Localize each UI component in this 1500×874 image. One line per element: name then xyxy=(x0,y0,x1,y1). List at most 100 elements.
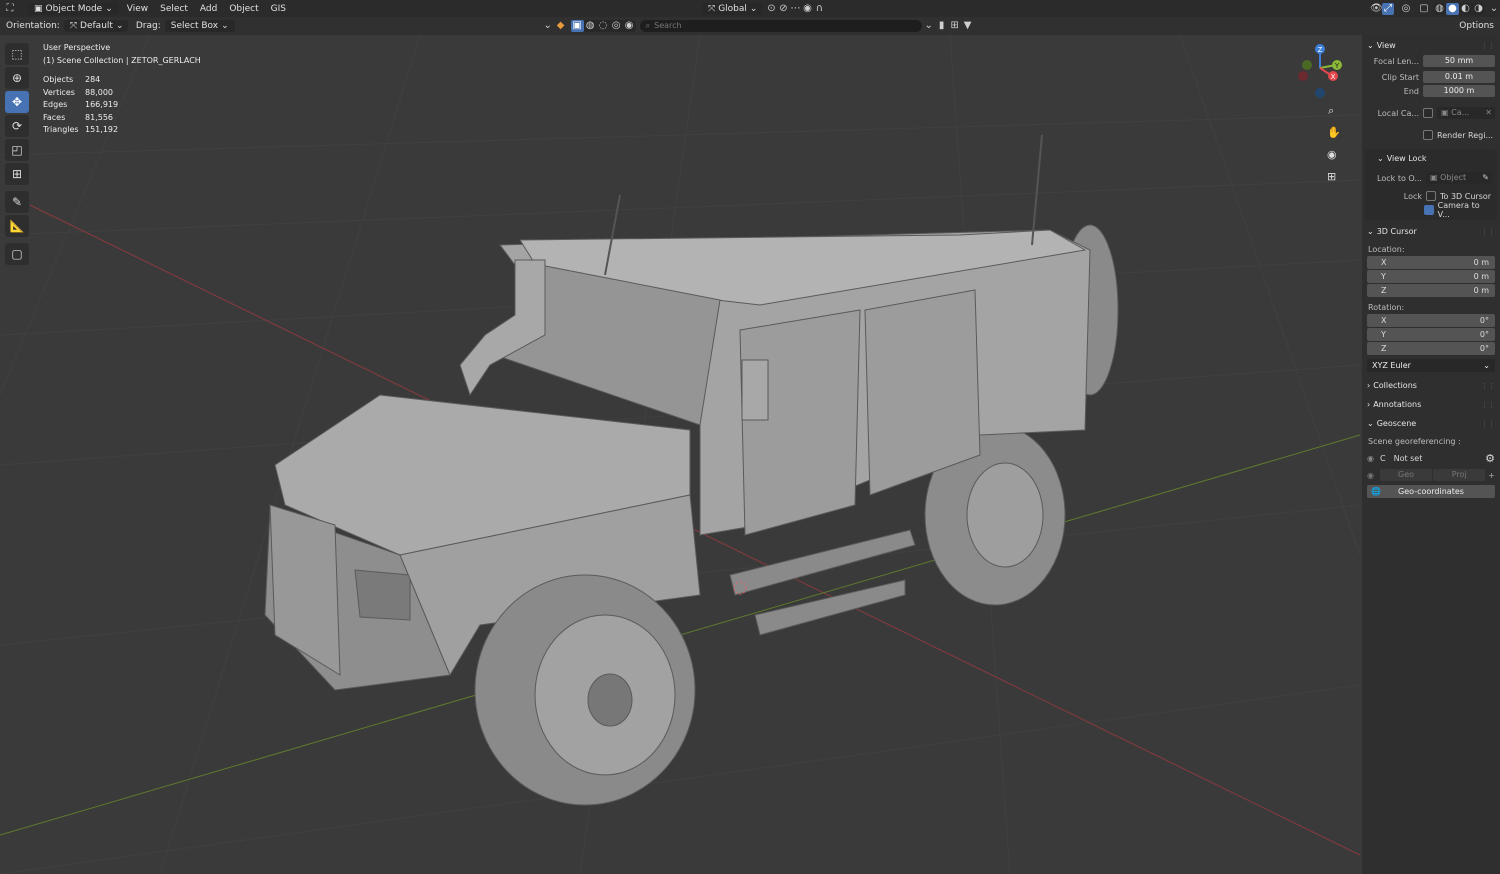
cursor-tool-icon[interactable]: ⊕ xyxy=(5,67,29,89)
snap-icon[interactable]: ⊘ xyxy=(777,3,789,15)
scale-tool-icon[interactable]: ◰ xyxy=(5,139,29,161)
add-cube-tool-icon[interactable]: ▢ xyxy=(5,243,29,265)
transform-tool-icon[interactable]: ⊞ xyxy=(5,163,29,185)
focal-length-field[interactable]: 50 mm xyxy=(1423,55,1495,67)
chevron-down-icon[interactable]: ⌄ xyxy=(542,20,554,32)
clip-start-field[interactable]: 0.01 m xyxy=(1423,71,1495,83)
axis-gizmo[interactable]: Z Y X ⌕ ✋ ◉ ⊞ xyxy=(1290,38,1350,188)
render-region-checkbox[interactable] xyxy=(1423,130,1433,140)
local-camera-field[interactable]: ▣ Ca... ✕ xyxy=(1437,107,1495,119)
camera-filter-icon[interactable]: ◎ xyxy=(610,20,623,32)
options-button[interactable]: Options xyxy=(1453,21,1500,31)
pivot-point-icon[interactable]: ⊙ xyxy=(765,3,777,15)
bookmark-icon[interactable]: ▮ xyxy=(936,20,948,32)
drag-handle-icon[interactable]: ⋮⋮ xyxy=(1481,420,1495,428)
overlays-icon[interactable]: ◎ xyxy=(1400,3,1412,15)
snap-target-icon[interactable]: ⋯ xyxy=(789,3,801,15)
3d-cursor-panel-header[interactable]: ⌄ 3D Cursor ⋮⋮ xyxy=(1362,224,1500,239)
falloff-icon[interactable]: ∩ xyxy=(813,3,825,15)
view-lock-header[interactable]: ⌄ View Lock xyxy=(1365,151,1497,166)
display-filter-icon[interactable]: ⊞ xyxy=(949,20,961,32)
zoom-icon[interactable]: ⌕ xyxy=(1328,104,1334,117)
lock-to-object-field[interactable]: ▣ Object ✎ xyxy=(1426,172,1492,184)
object-type-visibility-icon[interactable]: ◆ xyxy=(555,20,567,32)
material-shading-icon[interactable]: ◐ xyxy=(1459,3,1472,15)
view-panel-header[interactable]: ⌄ View ⋮⋮ xyxy=(1362,38,1500,53)
annotate-tool-icon[interactable]: ✎ xyxy=(5,191,29,213)
menu-gis[interactable]: GIS xyxy=(265,4,292,14)
vehicle-model[interactable] xyxy=(264,134,1119,806)
visibility-icon[interactable]: 👁 xyxy=(1370,3,1383,15)
wireframe-shading-icon[interactable]: ◍ xyxy=(1433,3,1446,15)
proj-button[interactable]: Proj xyxy=(1433,469,1486,481)
orientation-dropdown[interactable]: ⤧ Default ⌄ xyxy=(63,20,128,32)
move-tool-icon[interactable]: ✥ xyxy=(5,91,29,113)
neg-z-axis-handle[interactable] xyxy=(1315,88,1325,98)
to-3d-cursor-checkbox[interactable] xyxy=(1426,191,1436,201)
rotation-mode-dropdown[interactable]: XYZ Euler ⌄ xyxy=(1367,359,1495,372)
solid-shading-icon[interactable]: ● xyxy=(1446,2,1459,15)
geo-button[interactable]: Geo xyxy=(1379,469,1433,481)
funnel-icon[interactable]: ▼ xyxy=(962,20,974,32)
mesh-filter-icon[interactable]: ◍ xyxy=(584,20,597,32)
clip-start-row: Clip Start 0.01 m xyxy=(1367,71,1495,83)
axis-label: Z xyxy=(1381,344,1387,353)
close-icon[interactable]: ✕ xyxy=(1485,107,1495,119)
xray-icon[interactable]: ▢ xyxy=(1418,3,1430,15)
pan-hand-icon[interactable]: ✋ xyxy=(1327,126,1341,139)
menu-view[interactable]: View xyxy=(121,4,154,14)
light-filter-icon[interactable]: ◌ xyxy=(597,20,610,32)
select-mode-icon[interactable]: ▣ xyxy=(570,20,584,32)
geo-coordinates-button[interactable]: 🌐 Geo-coordinates xyxy=(1367,485,1495,498)
mode-dropdown[interactable]: ▣ Object Mode ⌄ xyxy=(28,2,119,15)
measure-tool-icon[interactable]: 📐 xyxy=(5,215,29,237)
drag-handle-icon[interactable]: ⋮⋮ xyxy=(1481,401,1495,409)
radio-icon[interactable]: ◉ xyxy=(1367,471,1374,480)
neg-y-axis-handle[interactable] xyxy=(1302,60,1312,70)
other-filter-icon[interactable]: ◉ xyxy=(623,20,636,32)
editor-type-icon[interactable]: ⛶ xyxy=(4,3,16,15)
collections-panel-header[interactable]: › Collections ⋮⋮ xyxy=(1362,378,1500,393)
rendered-shading-icon[interactable]: ◑ xyxy=(1472,3,1485,15)
clip-end-field[interactable]: 1000 m xyxy=(1423,85,1495,97)
camera-to-view-checkbox[interactable] xyxy=(1423,205,1434,215)
drag-handle-icon[interactable]: ⋮⋮ xyxy=(1481,228,1495,236)
location-x-field[interactable]: X 0 m xyxy=(1367,256,1495,269)
select-box-tool-icon[interactable]: ⬚ xyxy=(5,43,29,65)
local-camera-checkbox[interactable] xyxy=(1423,108,1433,118)
proportional-edit-icon[interactable]: ◉ xyxy=(801,3,813,15)
menu-select[interactable]: Select xyxy=(154,4,194,14)
gear-icon[interactable]: ⚙ xyxy=(1485,452,1495,465)
search-input[interactable]: ⌕ Search xyxy=(639,20,922,32)
axis-value: 0° xyxy=(1479,316,1489,325)
camera-view-icon[interactable]: ◉ xyxy=(1327,148,1337,161)
neg-x-axis-handle[interactable] xyxy=(1298,71,1308,81)
menu-add[interactable]: Add xyxy=(194,4,223,14)
location-y-field[interactable]: Y 0 m xyxy=(1367,270,1495,283)
rotation-x-field[interactable]: X 0° xyxy=(1367,314,1495,327)
z-axis-label: Z xyxy=(1318,46,1323,54)
clear-search-icon[interactable]: ⌄ xyxy=(923,20,935,32)
stat-label: Triangles xyxy=(43,125,79,134)
shading-options-icon[interactable]: ⌄ xyxy=(1488,3,1500,15)
search-placeholder: Search xyxy=(654,21,682,30)
drag-handle-icon[interactable]: ⋮⋮ xyxy=(1481,382,1495,390)
transform-orientation-dropdown[interactable]: ⤧ Global ⌄ xyxy=(701,2,764,15)
location-z-field[interactable]: Z 0 m xyxy=(1367,284,1495,297)
geoscene-panel-header[interactable]: ⌄ Geoscene ⋮⋮ xyxy=(1362,416,1500,431)
3d-viewport[interactable] xyxy=(0,35,1360,874)
rotate-tool-icon[interactable]: ⟳ xyxy=(5,115,29,137)
perspective-toggle-icon[interactable]: ⊞ xyxy=(1327,170,1336,183)
menu-object[interactable]: Object xyxy=(223,4,264,14)
axis-value: 0° xyxy=(1479,330,1489,339)
radio-icon[interactable]: ◉ xyxy=(1367,454,1374,463)
drag-handle-icon[interactable]: ⋮⋮ xyxy=(1481,42,1495,50)
drag-dropdown[interactable]: Select Box ⌄ xyxy=(164,20,235,32)
eyedropper-icon[interactable]: ✎ xyxy=(1482,172,1492,184)
rotation-y-field[interactable]: Y 0° xyxy=(1367,328,1495,341)
add-icon[interactable]: + xyxy=(1488,471,1495,480)
rotation-z-field[interactable]: Z 0° xyxy=(1367,342,1495,355)
annotations-panel-header[interactable]: › Annotations ⋮⋮ xyxy=(1362,397,1500,412)
chevron-down-icon: ⌄ xyxy=(221,21,229,31)
gizmo-icon[interactable]: ⤢ xyxy=(1382,2,1394,15)
